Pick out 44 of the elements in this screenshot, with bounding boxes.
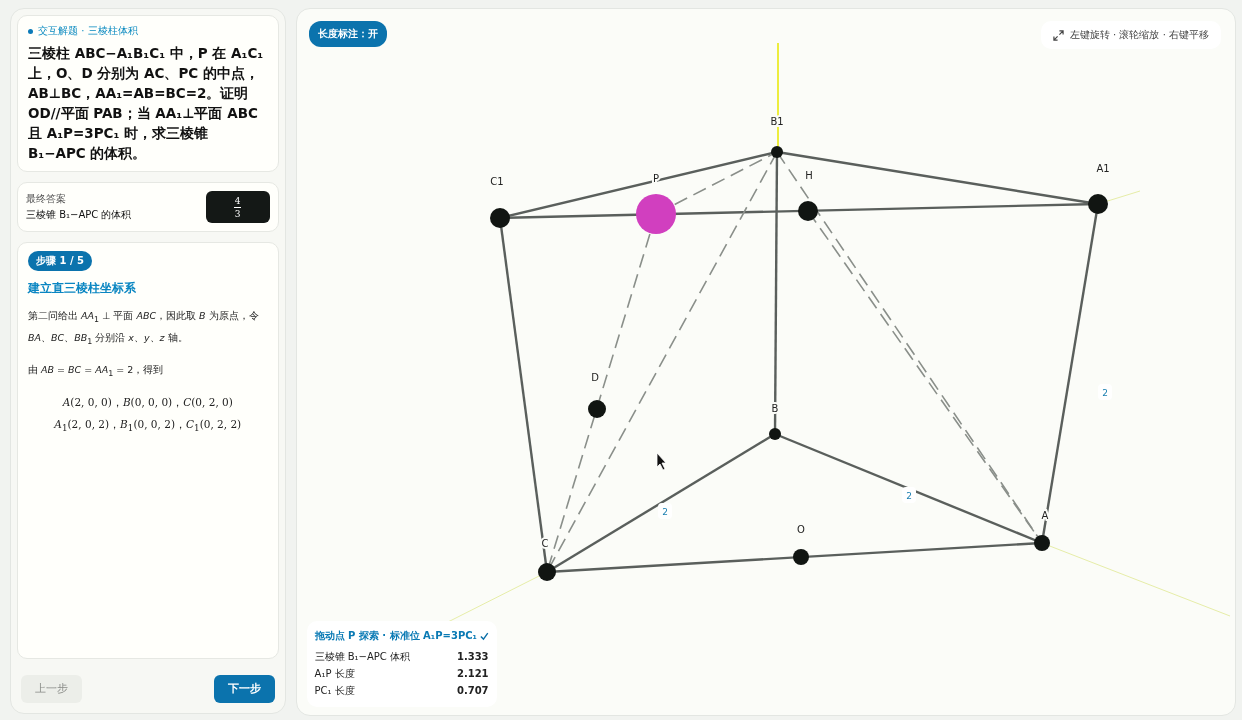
info-name: PC₁ 长度 [314, 684, 355, 698]
expand-icon [1052, 29, 1064, 41]
step-paragraph: 第二问给出 AA$_{1}$ ⊥ 平面 ABC，因此取 B 为原点，令 BA、BC、BB$_{1}$ 分别沿 x、y、z 轴。 [28, 309, 260, 348]
point-label: D [590, 372, 599, 383]
vertex-point [537, 563, 556, 581]
step-paragraph: 由 AB = BC = AA$_{1}$ = 2，得到 [28, 362, 164, 380]
info-name: A₁P 长度 [314, 667, 355, 681]
problem-tag: 交互解题 · 三棱柱体积 [38, 24, 138, 38]
point-label: A1 [1095, 163, 1110, 174]
point-label: H [804, 170, 813, 181]
formula: A(2, 0, 0)，B(0, 0, 0)，C(0, 2, 0) [61, 394, 234, 410]
info-value: 2.121 [456, 667, 489, 681]
point-label: O [796, 524, 805, 535]
info-value: 0.707 [456, 684, 489, 698]
vertex-point [770, 146, 783, 158]
status-dot-icon [28, 28, 33, 34]
vertex-point [1033, 535, 1050, 551]
length-toggle[interactable]: 长度标注：开 [308, 21, 387, 47]
length-label: 2 [901, 487, 916, 503]
next-button[interactable]: 下一步 [213, 675, 275, 703]
step-title: 建立直三棱柱坐标系 [28, 280, 136, 297]
vertex-point [1087, 194, 1108, 214]
info-title: 拖动点 P 探索 · 标准位 A₁P=3PC₁ [314, 629, 477, 643]
formula: A$_{1}$(2, 0, 2)，B$_{1}$(0, 0, 2)，C$_{1}$(0, 2, 2) [52, 416, 243, 435]
answer-label: 最终答案 [26, 192, 67, 206]
vertex-point [792, 549, 809, 565]
vertex-point [768, 428, 781, 440]
problem-text: 三棱柱 ABC−A₁B₁C₁ 中，P 在 A₁C₁ 上，O、D 分别为 AC、PC 的中点，AB⊥BC，AA₁=AB=BC=2。证明 OD//平面 PAB；当 AA₁⊥平面 ABC 且 A₁P=3PC₁ 时，求三棱锥 B₁−APC 的体积。 [28, 44, 265, 163]
length-label: 2 [1097, 384, 1112, 400]
check-icon [479, 631, 489, 641]
point-label: P [652, 173, 659, 184]
hint-text: 左键旋转 · 滚轮缩放 · 右键平移 [1069, 28, 1209, 42]
draggable-point[interactable] [635, 194, 676, 234]
info-name: 三棱锥 B₁−APC 体积 [314, 650, 411, 664]
length-label: 2 [657, 503, 672, 519]
step-badge: 步骤 1 / 5 [28, 251, 92, 271]
vertex-point [489, 208, 510, 228]
answer-fraction: 4 3 [205, 191, 270, 223]
cursor-icon [656, 452, 666, 471]
vertex-point [797, 201, 818, 221]
vertex-point [587, 400, 606, 418]
info-value: 1.333 [456, 650, 489, 664]
point-label: C1 [489, 176, 504, 187]
answer-subject: 三棱锥 B₁−APC 的体积 [26, 208, 132, 222]
